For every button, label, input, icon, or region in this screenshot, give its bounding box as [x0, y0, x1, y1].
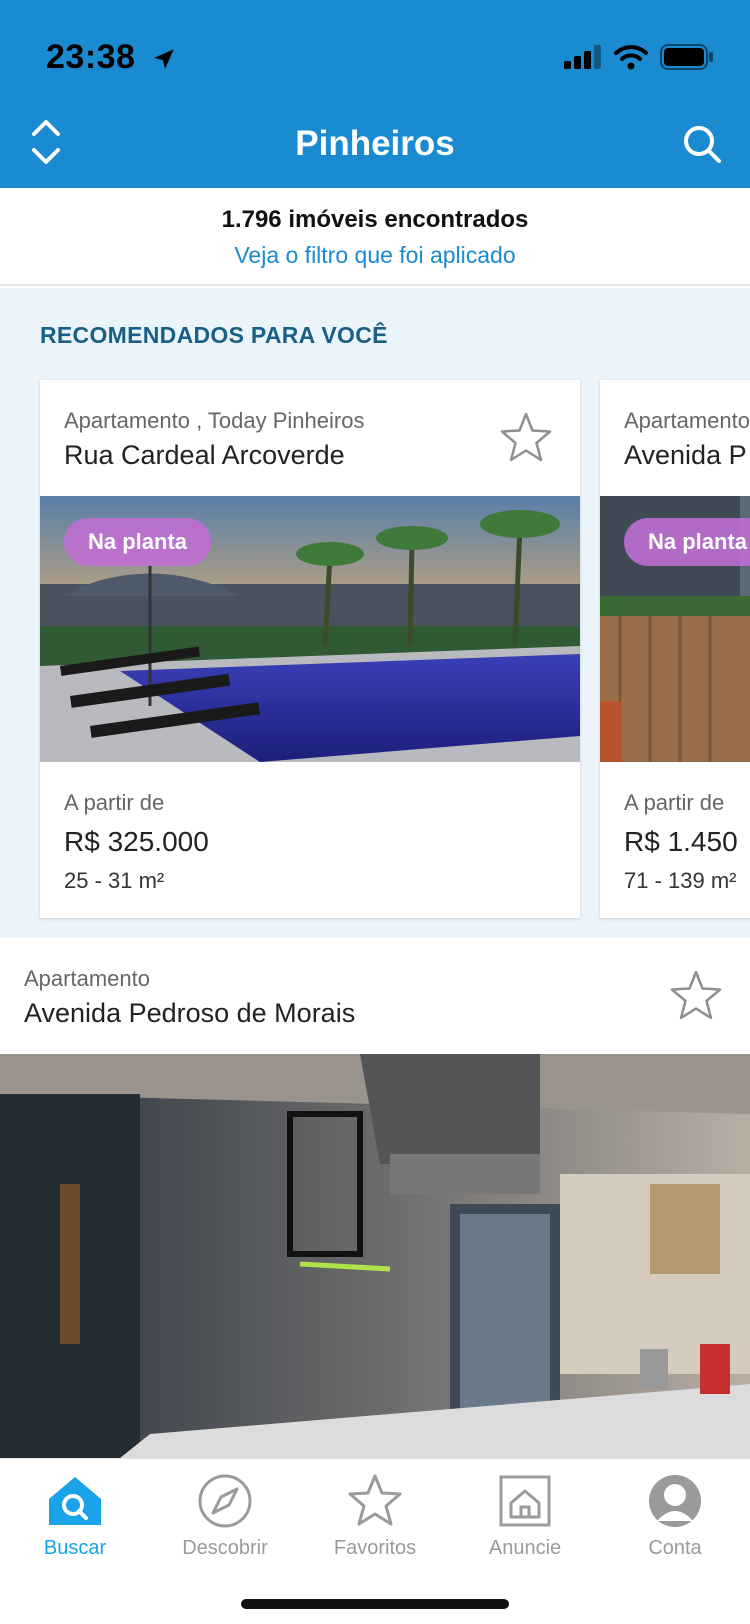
tab-anuncie[interactable]: Anuncie — [450, 1471, 600, 1560]
user-icon — [649, 1475, 701, 1527]
listing-street: Avenida Pedroso de Morais — [24, 998, 356, 1028]
tab-label: Conta — [648, 1537, 702, 1559]
house-icon — [499, 1475, 551, 1527]
recommended-section: RECOMENDADOS PARA VOCÊ Apartamento , Tod… — [0, 288, 750, 938]
search-home-icon — [49, 1477, 101, 1525]
tab-descobrir[interactable]: Descobrir — [150, 1471, 300, 1560]
tab-label: Favoritos — [333, 1537, 417, 1559]
listing-photo-kitchen[interactable] — [0, 1054, 750, 1458]
kitchen-photo-illustration — [0, 1054, 750, 1458]
card-photo-building[interactable]: Na planta — [600, 496, 750, 762]
favorite-star-icon[interactable] — [668, 968, 724, 1024]
page-title: Pinheiros — [295, 124, 455, 163]
price-prefix: A partir de — [624, 790, 725, 815]
tab-label: Descobrir — [182, 1537, 268, 1559]
results-count: 1.796 imóveis encontrados — [221, 206, 529, 233]
clock-text: 23:38 — [46, 38, 136, 76]
card-area: 71 - 139 m² — [624, 868, 737, 893]
tab-buscar[interactable]: Buscar — [0, 1471, 150, 1560]
bottom-tab-bar: Buscar Descobrir Favoritos Anuncie Conta — [0, 1458, 750, 1624]
compass-icon — [198, 1474, 252, 1528]
nav-bar: Pinheiros — [0, 110, 750, 180]
status-icons — [564, 44, 714, 70]
search-icon[interactable] — [682, 124, 722, 164]
price-prefix: A partir de — [64, 790, 165, 815]
listing-property-type: Apartamento — [24, 966, 150, 991]
card-property-type: Apartamento — [624, 408, 750, 433]
status-badge: Na planta — [64, 518, 212, 566]
signal-icon — [564, 45, 601, 69]
recommended-card[interactable]: Apartamento , Today Pinheiros Rua Cardea… — [40, 380, 580, 918]
recommended-card[interactable]: Apartamento Avenida P Na planta A partir… — [600, 380, 750, 918]
card-property-type: Apartamento , Today Pinheiros — [64, 408, 365, 433]
card-price: R$ 1.450 — [624, 826, 738, 857]
recommended-title: RECOMENDADOS PARA VOCÊ — [40, 322, 388, 348]
tab-label: Buscar — [43, 1537, 107, 1559]
location-arrow-icon — [154, 49, 175, 69]
favorite-star-icon[interactable] — [498, 410, 554, 466]
card-photo-pool[interactable]: Na planta — [40, 496, 580, 762]
status-badge: Na planta — [624, 518, 750, 566]
card-price: R$ 325.000 — [64, 826, 209, 857]
card-area: 25 - 31 m² — [64, 868, 165, 893]
star-icon — [348, 1474, 402, 1526]
battery-icon — [660, 44, 713, 70]
tab-favoritos[interactable]: Favoritos — [300, 1471, 450, 1560]
card-street: Avenida P — [624, 440, 747, 470]
wifi-icon — [614, 45, 648, 70]
tab-label: Anuncie — [488, 1537, 562, 1559]
listing-item[interactable]: Apartamento Avenida Pedroso de Morais — [0, 938, 750, 1458]
home-indicator — [241, 1599, 509, 1609]
status-bar-time: 23:38 — [46, 38, 177, 77]
card-street: Rua Cardeal Arcoverde — [64, 440, 345, 470]
app-header: 23:38 Pinheiros — [0, 0, 750, 188]
results-summary: 1.796 imóveis encontrados Veja o filtro … — [0, 188, 750, 286]
applied-filter-link[interactable]: Veja o filtro que foi aplicado — [0, 242, 750, 269]
tab-conta[interactable]: Conta — [600, 1471, 750, 1560]
